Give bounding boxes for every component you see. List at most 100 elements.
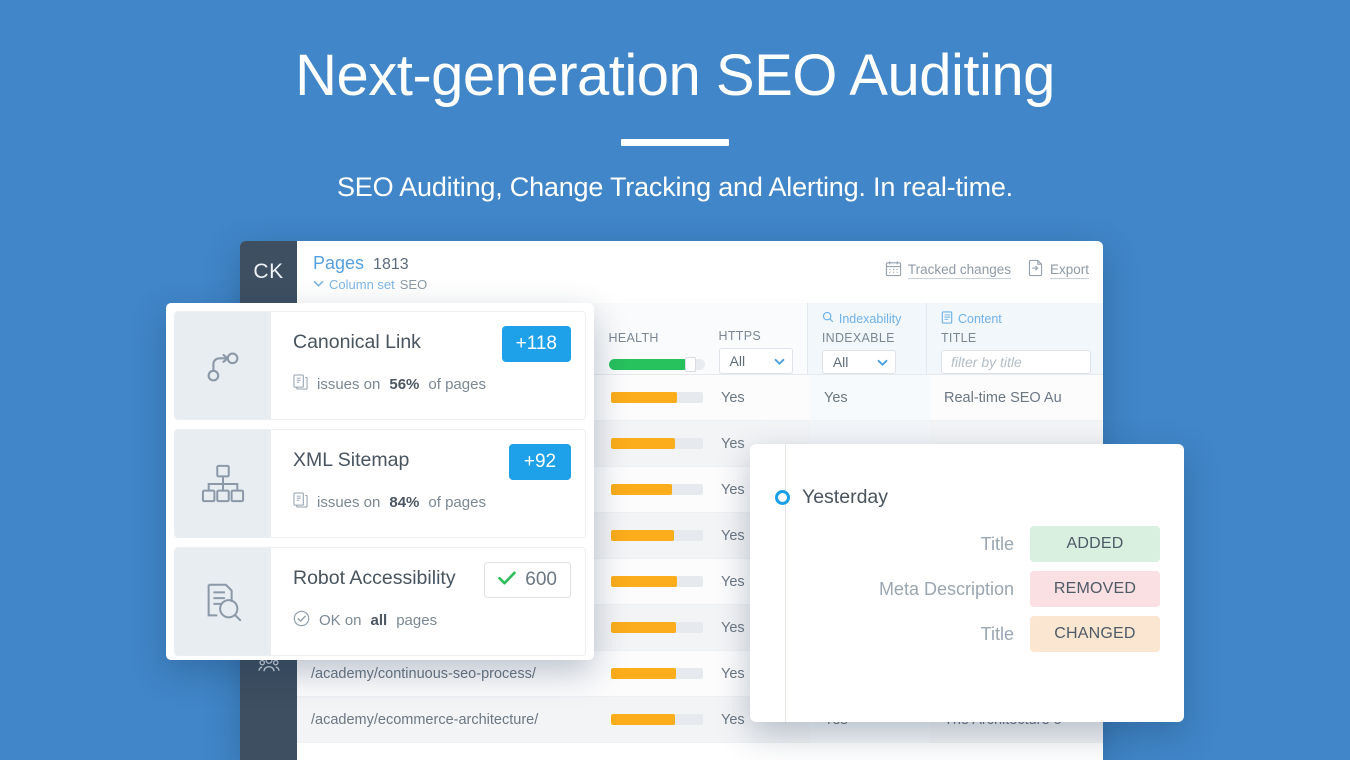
column-indexability: Indexability INDEXABLE All [806,303,926,374]
search-icon [822,311,834,326]
audit-card-subtext: OK on all pages [293,610,571,631]
sitemap-icon [175,430,271,537]
subtext-suffix: pages [396,612,438,629]
calendar-icon [885,260,902,282]
change-field-label: Title [980,533,1014,554]
change-entries: Title ADDED Meta Description REMOVED Tit… [802,526,1160,652]
row-health [597,668,707,679]
health-range-slider[interactable] [608,357,705,372]
pages-icon [293,492,308,512]
robot-accessibility-icon [175,548,271,655]
header-actions: Tracked changes Export [885,253,1089,282]
audit-card-title: Robot Accessibility [293,567,456,589]
header-left: Pages 1813 Column set SEO [313,253,427,292]
status-badge: 600 [484,562,571,598]
audit-card-body: Canonical Link +118 issues on 56% of pag… [271,312,585,419]
app-header: Pages 1813 Column set SEO Tracked change… [297,241,1103,303]
indexable-filter-select[interactable]: All [821,350,896,374]
change-status-badge: ADDED [1030,526,1160,562]
status-badge: +92 [509,444,571,480]
chevron-down-icon [313,279,324,290]
subtext-suffix: of pages [428,375,486,393]
status-badge: +118 [501,326,571,362]
row-url: /academy/continuous-seo-process/ [311,665,536,682]
tracked-changes-button[interactable]: Tracked changes [885,260,1011,282]
title-filter-input[interactable]: filter by title [941,350,1091,374]
subtext-prefix: OK on [319,612,362,629]
health-range-fill [608,359,690,370]
change-field-label: Title [980,623,1014,644]
title-divider [621,138,729,146]
document-icon [941,310,953,327]
avatar[interactable]: CK [240,241,297,303]
row-indexable: Yes [810,375,930,421]
audit-card-subtext: issues on 84% of pages [293,492,571,512]
audit-card-canonical-link[interactable]: Canonical Link +118 issues on 56% of pag… [174,311,586,420]
indexable-filter-value: All [832,354,849,370]
timeline-rail [750,444,786,722]
row-health [597,392,707,403]
row-health [597,622,707,633]
export-label: Export [1049,262,1089,279]
audit-card-title: XML Sitemap [293,449,410,471]
audit-card-robot-accessibility[interactable]: Robot Accessibility 600 OK on all pages [174,547,586,656]
health-range-knob[interactable] [685,357,697,372]
change-field-label: Meta Description [878,578,1014,599]
chevron-down-icon [773,354,785,368]
row-health [597,714,707,725]
export-icon [1027,259,1044,282]
subtext-prefix: issues on [317,375,381,393]
change-entry[interactable]: Title ADDED [802,526,1160,562]
audit-card-body: Robot Accessibility 600 OK on all pages [271,548,585,655]
check-circle-icon [293,610,310,631]
column-health: HEALTH [595,303,705,374]
row-health [597,530,707,541]
content-group-header[interactable]: Content [941,310,1091,327]
indexability-group-label: Indexability [838,311,902,326]
change-entry[interactable]: Meta Description REMOVED [802,571,1160,607]
timeline-line [785,444,786,722]
row-health [597,484,707,495]
pages-title[interactable]: Pages [313,253,364,274]
audit-card-body: XML Sitemap +92 issues on 84% of pages [271,430,585,537]
timeline-dot-icon [775,490,790,505]
column-set-selector[interactable]: Column set SEO [313,277,427,292]
audit-card-stack: Canonical Link +118 issues on 56% of pag… [166,303,594,660]
export-button[interactable]: Export [1027,259,1089,282]
https-label: HTTPS [718,328,762,343]
audit-card-title: Canonical Link [293,331,421,353]
row-title: Real-time SEO Au [944,389,1062,406]
hero-section: Next-generation SEO Auditing SEO Auditin… [0,0,1350,203]
canonical-link-icon [175,312,271,419]
pages-icon [293,374,308,394]
row-health [597,576,707,587]
change-entry[interactable]: Title CHANGED [802,616,1160,652]
tracked-changes-label: Tracked changes [907,262,1011,279]
subtext-suffix: of pages [428,493,486,511]
subtext-prefix: issues on [317,493,381,511]
timeline-header: Yesterday [775,486,1160,509]
chevron-down-icon [877,355,888,369]
row-https: Yes [721,389,745,406]
timeline-heading: Yesterday [802,486,889,508]
check-icon [498,569,517,591]
subtext-value: 56% [389,375,420,393]
status-badge-value: 600 [525,569,557,590]
audit-card-subtext: issues on 56% of pages [293,374,571,394]
column-set-label: Column set [329,277,395,292]
column-set-value: SEO [399,277,428,292]
https-filter-select[interactable]: All [718,347,793,374]
column-content: Content TITLE filter by title [926,303,1103,374]
indexability-group-header[interactable]: Indexability [822,311,914,326]
page-subtitle: SEO Auditing, Change Tracking and Alerti… [337,171,1013,202]
pages-count: 1813 [373,256,409,273]
health-label: HEALTH [608,331,659,345]
subtext-value: 84% [389,493,420,511]
content-group-label: Content [958,311,1002,326]
change-status-badge: CHANGED [1030,616,1160,652]
audit-card-xml-sitemap[interactable]: XML Sitemap +92 issues on 84% of pages [174,429,586,538]
tracked-changes-card: Yesterday Title ADDED Meta Description R… [750,444,1184,722]
subtext-value: all [370,612,388,629]
https-filter-value: All [729,352,746,369]
row-url: /academy/ecommerce-architecture/ [311,711,539,728]
